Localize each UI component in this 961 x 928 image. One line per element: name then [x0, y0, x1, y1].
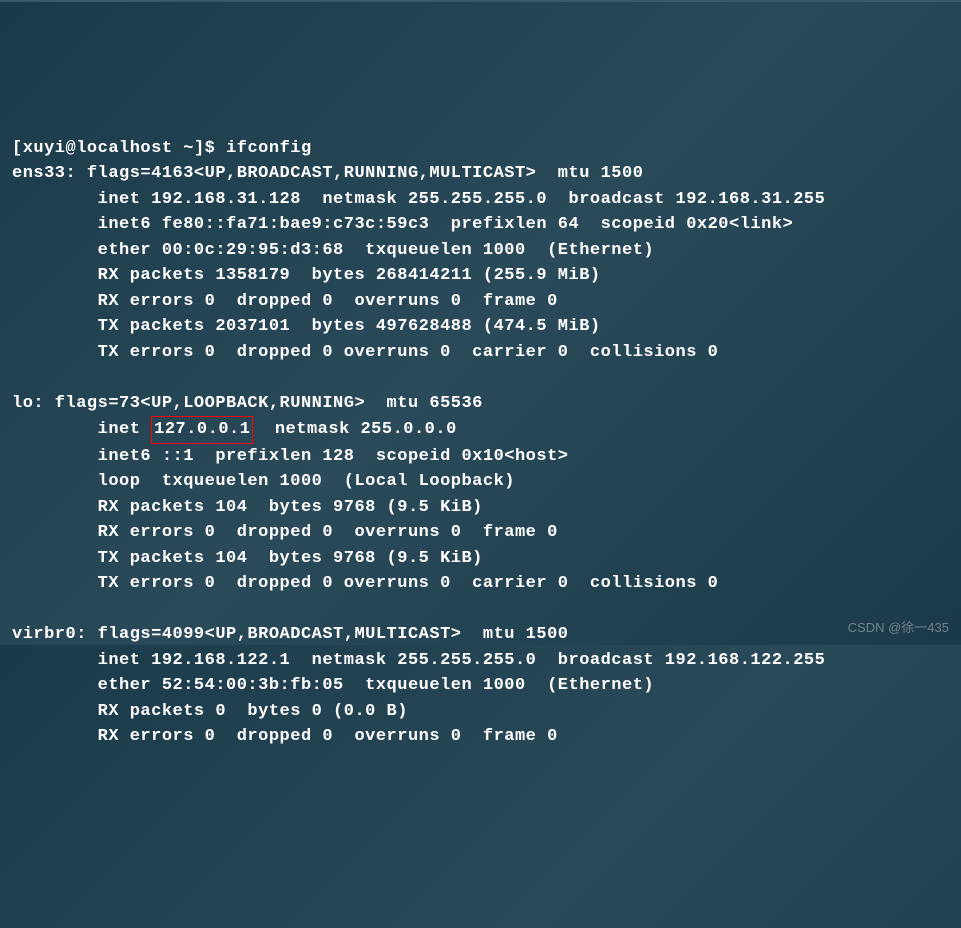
- lo-inet6: inet6 ::1 prefixlen 128 scopeid 0x10<hos…: [12, 447, 569, 466]
- prompt-line[interactable]: [xuyi@localhost ~]$ ifconfig: [12, 139, 312, 158]
- lo-rx-errors: RX errors 0 dropped 0 overruns 0 frame 0: [12, 523, 558, 542]
- virbr0-ether: ether 52:54:00:3b:fb:05 txqueuelen 1000 …: [12, 676, 654, 695]
- command-text: ifconfig: [226, 139, 312, 158]
- ens33-tx-errors: TX errors 0 dropped 0 overruns 0 carrier…: [12, 343, 718, 362]
- ens33-rx-packets: RX packets 1358179 bytes 268414211 (255.…: [12, 266, 601, 285]
- prompt-user: xuyi: [23, 139, 66, 158]
- ens33-rx-errors: RX errors 0 dropped 0 overruns 0 frame 0: [12, 292, 558, 311]
- terminal-output: [xuyi@localhost ~]$ ifconfig ens33: flag…: [12, 136, 949, 750]
- lo-loop: loop txqueuelen 1000 (Local Loopback): [12, 472, 515, 491]
- ens33-inet: inet 192.168.31.128 netmask 255.255.255.…: [12, 190, 825, 209]
- virbr0-rx-errors: RX errors 0 dropped 0 overruns 0 frame 0: [12, 727, 558, 746]
- virbr0-inet: inet 192.168.122.1 netmask 255.255.255.0…: [12, 651, 825, 670]
- ens33-inet6: inet6 fe80::fa71:bae9:c73c:59c3 prefixle…: [12, 215, 793, 234]
- lo-tx-errors: TX errors 0 dropped 0 overruns 0 carrier…: [12, 574, 718, 593]
- ens33-header: ens33: flags=4163<UP,BROADCAST,RUNNING,M…: [12, 164, 643, 183]
- prompt-dir: ~: [183, 139, 194, 158]
- ens33-tx-packets: TX packets 2037101 bytes 497628488 (474.…: [12, 317, 601, 336]
- virbr0-header: virbr0: flags=4099<UP,BROADCAST,MULTICAS…: [12, 625, 569, 644]
- lo-ip-highlighted: 127.0.0.1: [151, 416, 253, 444]
- lo-inet-prefix: inet: [12, 420, 151, 439]
- lo-header: lo: flags=73<UP,LOOPBACK,RUNNING> mtu 65…: [12, 394, 483, 413]
- watermark: CSDN @徐一435: [848, 618, 949, 638]
- lo-tx-packets: TX packets 104 bytes 9768 (9.5 KiB): [12, 549, 483, 568]
- ens33-ether: ether 00:0c:29:95:d3:68 txqueuelen 1000 …: [12, 241, 654, 260]
- prompt-symbol: $: [205, 139, 216, 158]
- virbr0-rx-packets: RX packets 0 bytes 0 (0.0 B): [12, 702, 408, 721]
- lo-inet-suffix: netmask 255.0.0.0: [253, 420, 456, 439]
- prompt-host: localhost: [76, 139, 172, 158]
- lo-rx-packets: RX packets 104 bytes 9768 (9.5 KiB): [12, 498, 483, 517]
